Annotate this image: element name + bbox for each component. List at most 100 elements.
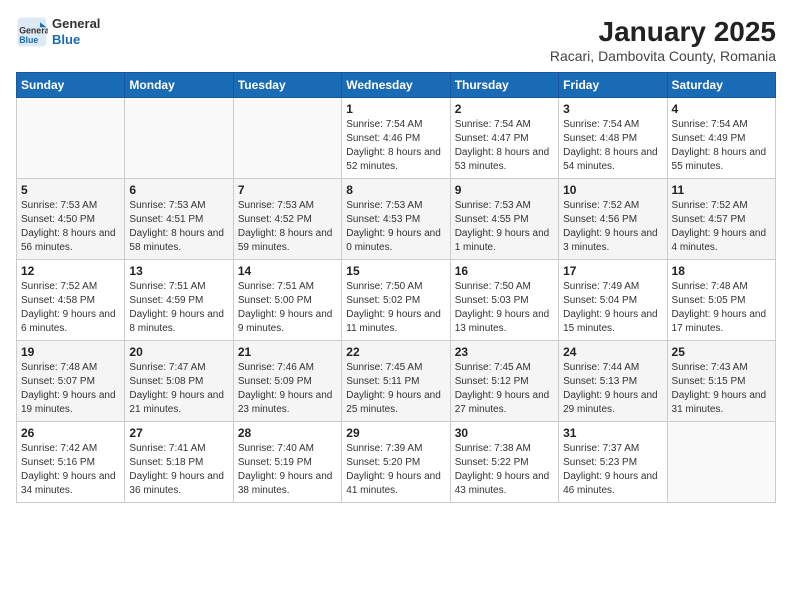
day-number: 18 [672,264,771,278]
day-number: 26 [21,426,120,440]
logo-general: General [52,16,100,32]
calendar-cell: 20 Sunrise: 7:47 AM Sunset: 5:08 PM Dayli… [125,341,233,422]
day-info: Sunrise: 7:47 AM Sunset: 5:08 PM Dayligh… [129,361,228,417]
calendar-cell: 11 Sunrise: 7:52 AM Sunset: 4:57 PM Dayli… [667,179,775,260]
day-info: Sunrise: 7:48 AM Sunset: 5:05 PM Dayligh… [672,280,771,336]
calendar-cell: 18 Sunrise: 7:48 AM Sunset: 5:05 PM Dayli… [667,260,775,341]
day-info: Sunrise: 7:50 AM Sunset: 5:03 PM Dayligh… [455,280,554,336]
calendar-cell: 22 Sunrise: 7:45 AM Sunset: 5:11 PM Dayli… [342,341,450,422]
day-info: Sunrise: 7:51 AM Sunset: 5:00 PM Dayligh… [238,280,337,336]
day-number: 29 [346,426,445,440]
calendar-cell: 21 Sunrise: 7:46 AM Sunset: 5:09 PM Dayli… [233,341,341,422]
calendar-cell: 25Sunrise: 7:43 AM Sunset: 5:15 PM Dayli… [667,341,775,422]
day-info: Sunrise: 7:54 AM Sunset: 4:48 PM Dayligh… [563,118,662,174]
calendar-week-row: 5Sunrise: 7:53 AM Sunset: 4:50 PM Daylig… [17,179,776,260]
calendar-cell: 29Sunrise: 7:39 AM Sunset: 5:20 PM Dayli… [342,422,450,503]
logo-blue: Blue [52,32,100,48]
day-info: Sunrise: 7:43 AM Sunset: 5:15 PM Dayligh… [672,361,771,417]
day-number: 13 [129,264,228,278]
day-info: Sunrise: 7:53 AM Sunset: 4:53 PM Dayligh… [346,199,445,255]
calendar-cell: 28 Sunrise: 7:40 AM Sunset: 5:19 PM Dayli… [233,422,341,503]
day-number: 31 [563,426,662,440]
calendar-cell: 5Sunrise: 7:53 AM Sunset: 4:50 PM Daylig… [17,179,125,260]
day-number: 27 [129,426,228,440]
day-info: Sunrise: 7:49 AM Sunset: 5:04 PM Dayligh… [563,280,662,336]
calendar-cell: 27 Sunrise: 7:41 AM Sunset: 5:18 PM Dayli… [125,422,233,503]
day-number: 24 [563,345,662,359]
day-info: Sunrise: 7:48 AM Sunset: 5:07 PM Dayligh… [21,361,120,417]
day-number: 28 [238,426,337,440]
calendar-day-header: Saturday [667,73,775,98]
calendar-day-header: Sunday [17,73,125,98]
day-info: Sunrise: 7:54 AM Sunset: 4:46 PM Dayligh… [346,118,445,174]
calendar-day-header: Thursday [450,73,558,98]
calendar-week-row: 12 Sunrise: 7:52 AM Sunset: 4:58 PM Dayli… [17,260,776,341]
day-info: Sunrise: 7:37 AM Sunset: 5:23 PM Dayligh… [563,442,662,498]
page-subtitle: Racari, Dambovita County, Romania [550,48,776,64]
day-info: Sunrise: 7:52 AM Sunset: 4:57 PM Dayligh… [672,199,771,255]
calendar-cell [233,98,341,179]
svg-text:Blue: Blue [19,35,38,45]
day-number: 10 [563,183,662,197]
day-info: Sunrise: 7:53 AM Sunset: 4:55 PM Dayligh… [455,199,554,255]
day-number: 21 [238,345,337,359]
day-number: 3 [563,102,662,116]
page-title: January 2025 [550,16,776,48]
day-info: Sunrise: 7:53 AM Sunset: 4:50 PM Dayligh… [21,199,120,255]
day-number: 8 [346,183,445,197]
day-info: Sunrise: 7:45 AM Sunset: 5:11 PM Dayligh… [346,361,445,417]
day-number: 9 [455,183,554,197]
calendar-cell: 10 Sunrise: 7:52 AM Sunset: 4:56 PM Dayli… [559,179,667,260]
day-info: Sunrise: 7:38 AM Sunset: 5:22 PM Dayligh… [455,442,554,498]
calendar-cell: 8 Sunrise: 7:53 AM Sunset: 4:53 PM Daylig… [342,179,450,260]
title-block: January 2025 Racari, Dambovita County, R… [550,16,776,64]
day-info: Sunrise: 7:52 AM Sunset: 4:58 PM Dayligh… [21,280,120,336]
calendar-cell [125,98,233,179]
day-info: Sunrise: 7:40 AM Sunset: 5:19 PM Dayligh… [238,442,337,498]
day-number: 7 [238,183,337,197]
day-number: 2 [455,102,554,116]
calendar-cell: 2 Sunrise: 7:54 AM Sunset: 4:47 PM Daylig… [450,98,558,179]
calendar-week-row: 1Sunrise: 7:54 AM Sunset: 4:46 PM Daylig… [17,98,776,179]
calendar-header-row: SundayMondayTuesdayWednesdayThursdayFrid… [17,73,776,98]
calendar-cell: 23Sunrise: 7:45 AM Sunset: 5:12 PM Dayli… [450,341,558,422]
calendar-week-row: 26 Sunrise: 7:42 AM Sunset: 5:16 PM Dayli… [17,422,776,503]
day-number: 14 [238,264,337,278]
calendar-cell: 1Sunrise: 7:54 AM Sunset: 4:46 PM Daylig… [342,98,450,179]
day-info: Sunrise: 7:42 AM Sunset: 5:16 PM Dayligh… [21,442,120,498]
calendar-day-header: Monday [125,73,233,98]
day-number: 12 [21,264,120,278]
day-number: 15 [346,264,445,278]
day-info: Sunrise: 7:44 AM Sunset: 5:13 PM Dayligh… [563,361,662,417]
day-info: Sunrise: 7:54 AM Sunset: 4:47 PM Dayligh… [455,118,554,174]
calendar-cell: 3 Sunrise: 7:54 AM Sunset: 4:48 PM Daylig… [559,98,667,179]
calendar-cell: 15 Sunrise: 7:50 AM Sunset: 5:02 PM Dayli… [342,260,450,341]
calendar-day-header: Tuesday [233,73,341,98]
day-info: Sunrise: 7:46 AM Sunset: 5:09 PM Dayligh… [238,361,337,417]
calendar-cell: 17Sunrise: 7:49 AM Sunset: 5:04 PM Dayli… [559,260,667,341]
day-number: 20 [129,345,228,359]
day-number: 16 [455,264,554,278]
calendar-day-header: Wednesday [342,73,450,98]
day-number: 11 [672,183,771,197]
calendar-table: SundayMondayTuesdayWednesdayThursdayFrid… [16,72,776,503]
day-info: Sunrise: 7:54 AM Sunset: 4:49 PM Dayligh… [672,118,771,174]
day-info: Sunrise: 7:52 AM Sunset: 4:56 PM Dayligh… [563,199,662,255]
day-info: Sunrise: 7:53 AM Sunset: 4:51 PM Dayligh… [129,199,228,255]
logo-text: General Blue [52,16,100,47]
calendar-cell: 4Sunrise: 7:54 AM Sunset: 4:49 PM Daylig… [667,98,775,179]
day-number: 30 [455,426,554,440]
calendar-cell: 26 Sunrise: 7:42 AM Sunset: 5:16 PM Dayli… [17,422,125,503]
calendar-cell: 31 Sunrise: 7:37 AM Sunset: 5:23 PM Dayli… [559,422,667,503]
day-info: Sunrise: 7:51 AM Sunset: 4:59 PM Dayligh… [129,280,228,336]
page-header: General Blue General Blue January 2025 R… [16,16,776,64]
calendar-cell: 14 Sunrise: 7:51 AM Sunset: 5:00 PM Dayli… [233,260,341,341]
day-info: Sunrise: 7:41 AM Sunset: 5:18 PM Dayligh… [129,442,228,498]
calendar-day-header: Friday [559,73,667,98]
calendar-cell: 16 Sunrise: 7:50 AM Sunset: 5:03 PM Dayli… [450,260,558,341]
day-number: 22 [346,345,445,359]
day-number: 23 [455,345,554,359]
calendar-cell: 13 Sunrise: 7:51 AM Sunset: 4:59 PM Dayli… [125,260,233,341]
calendar-cell: 6Sunrise: 7:53 AM Sunset: 4:51 PM Daylig… [125,179,233,260]
day-info: Sunrise: 7:50 AM Sunset: 5:02 PM Dayligh… [346,280,445,336]
